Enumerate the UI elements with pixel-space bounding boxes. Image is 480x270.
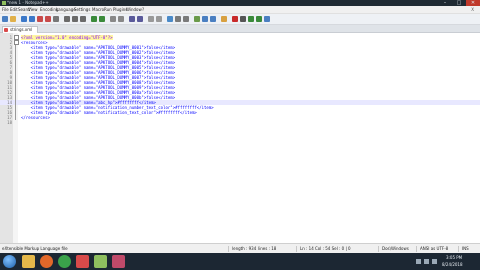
indent-guide-icon[interactable]	[183, 16, 189, 22]
save-icon[interactable]	[21, 16, 27, 22]
line-number: 18	[7, 120, 12, 125]
tray-time[interactable]: 3:05 PM	[446, 255, 462, 260]
sync-h-icon[interactable]	[156, 16, 162, 22]
all-chars-icon[interactable]	[175, 16, 181, 22]
menu-macro[interactable]: Macro	[92, 6, 104, 13]
save-all-icon[interactable]	[29, 16, 35, 22]
new-icon[interactable]	[2, 16, 8, 22]
func-list-icon[interactable]	[210, 16, 216, 22]
save-macro-icon[interactable]	[264, 16, 270, 22]
doc-map-icon[interactable]	[202, 16, 208, 22]
firefox-icon[interactable]	[40, 255, 53, 268]
replace-icon[interactable]	[118, 16, 124, 22]
menu-edit[interactable]: Edit	[10, 6, 18, 13]
menu-window[interactable]: Window	[126, 6, 142, 13]
start-button[interactable]	[3, 255, 16, 268]
copy-icon[interactable]	[72, 16, 78, 22]
undo-icon[interactable]	[91, 16, 97, 22]
volume-icon[interactable]	[432, 259, 437, 264]
wrap-icon[interactable]	[167, 16, 173, 22]
code-line[interactable]: 18	[0, 120, 480, 125]
menu-language[interactable]: Language	[56, 6, 76, 13]
close-all-icon[interactable]	[45, 16, 51, 22]
zoom-in-icon[interactable]	[129, 16, 135, 22]
close-icon[interactable]	[37, 16, 43, 22]
menu-settings[interactable]: Settings	[74, 6, 90, 13]
print-icon[interactable]	[53, 16, 59, 22]
explorer-icon[interactable]	[22, 255, 35, 268]
notepadpp-icon[interactable]	[94, 255, 107, 268]
find-icon[interactable]	[110, 16, 116, 22]
unsaved-file-icon	[4, 28, 8, 32]
play-icon[interactable]	[248, 16, 254, 22]
editor-area[interactable]: 1 <?xml version="1.0" encoding="UTF-8"?> 2…	[0, 33, 480, 243]
network-icon[interactable]	[424, 259, 429, 264]
close-doc-button[interactable]: X	[471, 6, 474, 13]
tab-bar: strings.xml	[0, 25, 480, 33]
notepadpp-window: *new 1 - Notepad++ – □ ✕ X File Edit Searc…	[0, 0, 480, 254]
lang-icon[interactable]	[194, 16, 200, 22]
chrome-icon[interactable]	[58, 255, 71, 268]
taskbar: 3:05 PM 8/24/2018	[0, 253, 480, 270]
fold-line	[15, 45, 16, 120]
app-icon[interactable]	[112, 255, 125, 268]
menu-run[interactable]: Run	[104, 6, 112, 13]
tray-date[interactable]: 8/24/2018	[442, 262, 463, 267]
paste-icon[interactable]	[80, 16, 86, 22]
app-icon	[2, 1, 6, 5]
folder-icon[interactable]	[221, 16, 227, 22]
media-icon[interactable]	[76, 255, 89, 268]
sync-v-icon[interactable]	[148, 16, 154, 22]
record-icon[interactable]	[232, 16, 238, 22]
tray-up-icon[interactable]	[416, 259, 421, 264]
menu-file[interactable]: File	[2, 6, 9, 13]
menu-help[interactable]: ?	[142, 6, 144, 13]
menu-bar: X File Edit Search View Encoding Language Sett…	[0, 6, 480, 14]
zoom-out-icon[interactable]	[137, 16, 143, 22]
open-icon[interactable]	[10, 16, 16, 22]
cut-icon[interactable]	[64, 16, 70, 22]
tab-strings-xml[interactable]: strings.xml	[2, 26, 38, 33]
play-multi-icon[interactable]	[256, 16, 262, 22]
toolbar	[0, 14, 480, 25]
stop-icon[interactable]	[240, 16, 246, 22]
redo-icon[interactable]	[99, 16, 105, 22]
menu-view[interactable]: View	[28, 6, 38, 13]
